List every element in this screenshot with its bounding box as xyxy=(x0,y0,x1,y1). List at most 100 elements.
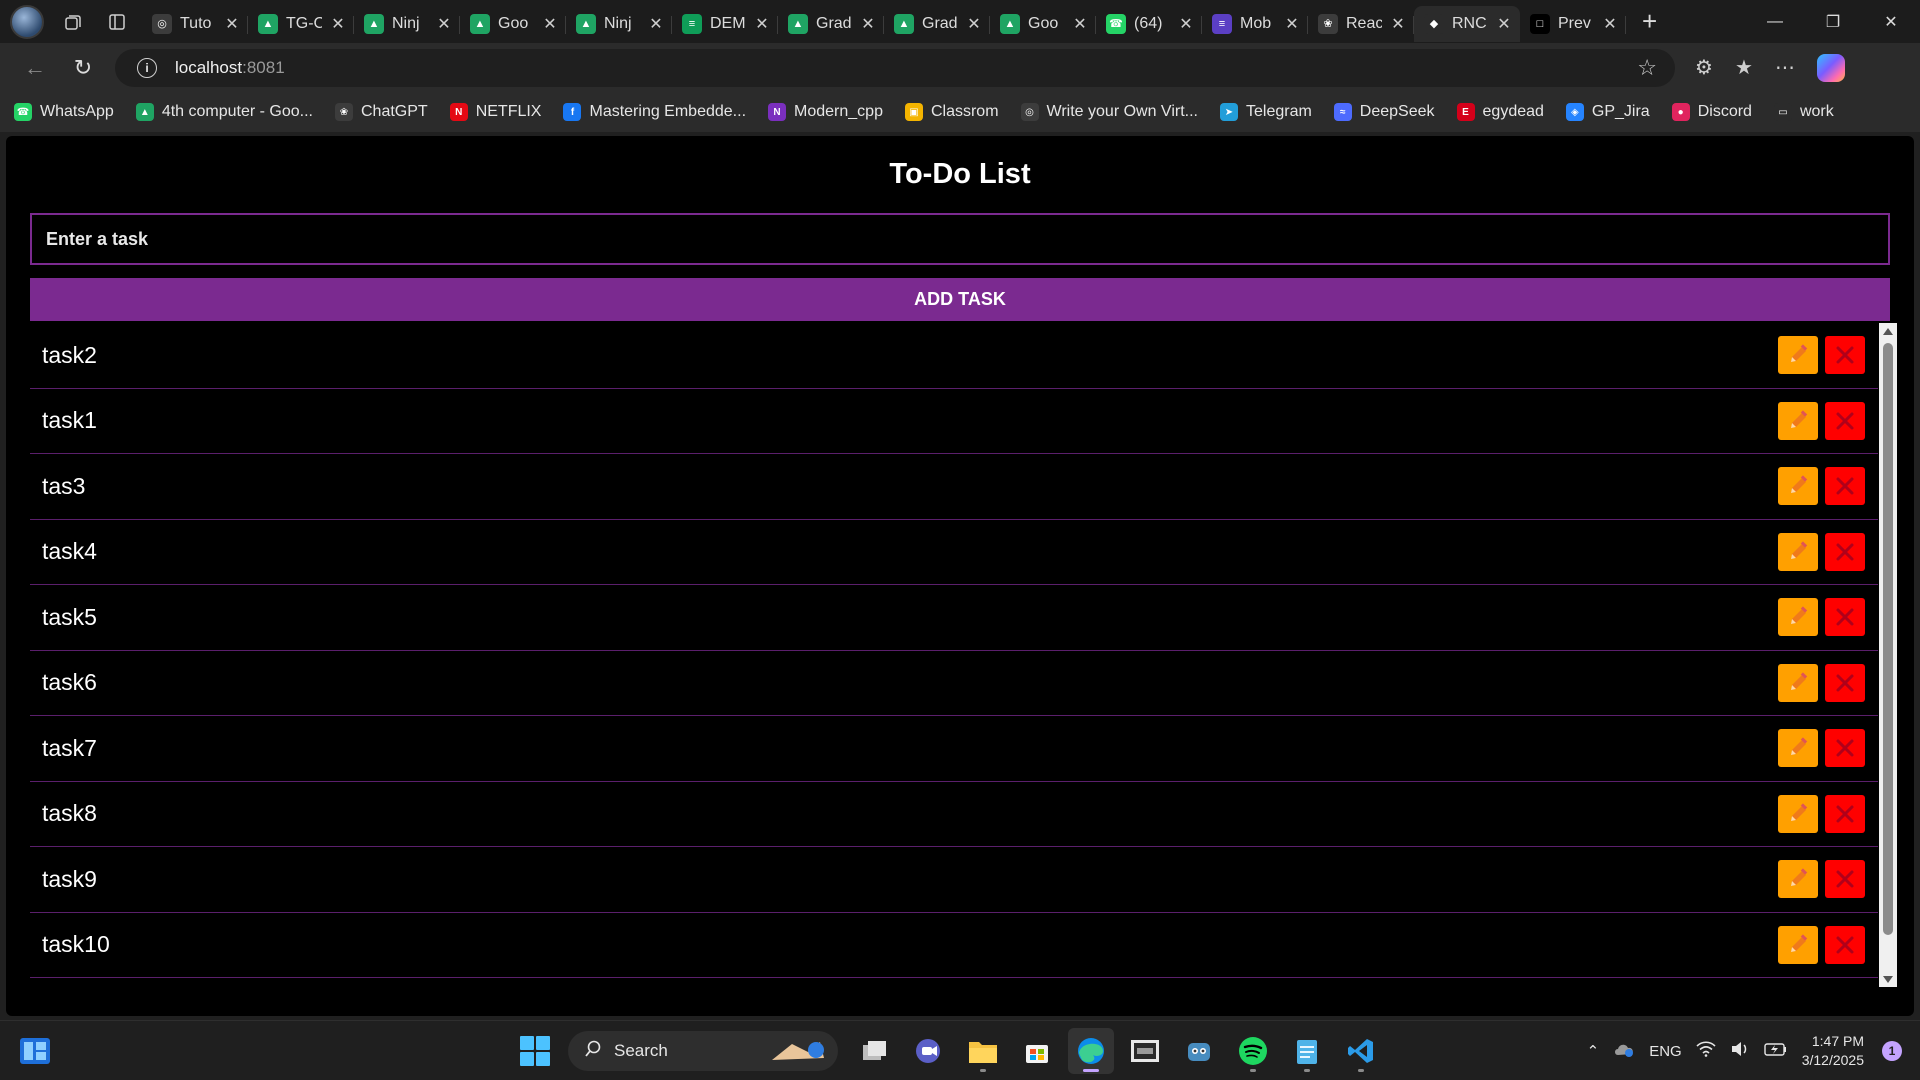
microsoft-store-icon[interactable] xyxy=(1014,1028,1060,1074)
bookmark-item[interactable]: Eegydead xyxy=(1456,103,1544,121)
delete-task-button[interactable] xyxy=(1825,925,1865,964)
tab-close-icon[interactable]: ✕ xyxy=(224,14,240,34)
bookmark-item[interactable]: ▭ work xyxy=(1773,103,1834,121)
delete-task-button[interactable] xyxy=(1825,467,1865,506)
bookmark-item[interactable]: ❀ ChatGPT xyxy=(335,103,428,121)
widgets-icon[interactable] xyxy=(18,1035,52,1067)
show-hidden-icons-chevron-icon[interactable]: ⌃ xyxy=(1587,1042,1600,1060)
edit-task-button[interactable] xyxy=(1778,467,1818,506)
bookmark-item[interactable]: ☎ WhatsApp xyxy=(14,103,114,121)
system-clock[interactable]: 1:47 PM 3/12/2025 xyxy=(1802,1032,1864,1070)
minimize-button[interactable]: — xyxy=(1746,0,1804,43)
bookmark-item[interactable]: ▣ Classrom xyxy=(904,103,999,121)
delete-task-button[interactable] xyxy=(1825,401,1865,440)
delete-task-button[interactable] xyxy=(1825,598,1865,637)
reload-button[interactable]: ↻ xyxy=(63,48,103,88)
taskbar-search[interactable]: Search xyxy=(568,1031,838,1071)
profile-avatar[interactable] xyxy=(10,4,44,39)
tab-close-icon[interactable]: ✕ xyxy=(860,14,876,34)
browser-tab[interactable]: ☎ (64) ✕ xyxy=(1096,6,1202,42)
workspaces-icon[interactable] xyxy=(58,7,88,37)
edit-task-button[interactable] xyxy=(1778,663,1818,702)
browser-tab[interactable]: □ Prev ✕ xyxy=(1520,6,1626,42)
scroll-down-arrow[interactable] xyxy=(1879,971,1897,987)
delete-task-button[interactable] xyxy=(1825,860,1865,899)
tab-close-icon[interactable]: ✕ xyxy=(1072,14,1088,34)
browser-tab[interactable]: ▲ Goo ✕ xyxy=(460,6,566,42)
add-task-button[interactable]: ADD TASK xyxy=(30,278,1890,321)
bookmark-item[interactable]: N Modern_cpp xyxy=(768,103,883,121)
delete-task-button[interactable] xyxy=(1825,729,1865,768)
browser-tab[interactable]: ▲ Ninj ✕ xyxy=(566,6,672,42)
browser-tab[interactable]: ≡ Mob ✕ xyxy=(1202,6,1308,42)
vscode-icon[interactable] xyxy=(1338,1028,1384,1074)
scroll-up-arrow[interactable] xyxy=(1879,323,1897,339)
browser-tab[interactable]: ▲ Grad ✕ xyxy=(778,6,884,42)
tab-close-icon[interactable]: ✕ xyxy=(648,14,664,34)
restore-button[interactable]: ❐ xyxy=(1804,0,1862,43)
favorite-star-icon[interactable]: ☆ xyxy=(1637,55,1657,81)
tab-close-icon[interactable]: ✕ xyxy=(542,14,558,34)
bookmark-item[interactable]: ➤ Telegram xyxy=(1219,103,1312,121)
delete-task-button[interactable] xyxy=(1825,532,1865,571)
task-list-scrollbar[interactable] xyxy=(1879,323,1897,987)
spotify-icon[interactable] xyxy=(1230,1028,1276,1074)
browser-tab[interactable]: ▲ Goo ✕ xyxy=(990,6,1096,42)
tab-close-icon[interactable]: ✕ xyxy=(754,14,770,34)
extensions-icon[interactable]: ⚙ xyxy=(1695,55,1713,80)
tab-close-icon[interactable]: ✕ xyxy=(1284,14,1300,34)
language-indicator[interactable]: ENG xyxy=(1649,1043,1682,1060)
bookmark-item[interactable]: ◎ Write your Own Virt... xyxy=(1020,103,1198,121)
bookmark-item[interactable]: f Mastering Embedde... xyxy=(563,103,746,121)
notification-badge[interactable]: 1 xyxy=(1882,1041,1902,1061)
browser-tab[interactable]: ▲ Grad ✕ xyxy=(884,6,990,42)
delete-task-button[interactable] xyxy=(1825,663,1865,702)
delete-task-button[interactable] xyxy=(1825,336,1865,375)
task-view-icon[interactable] xyxy=(852,1028,898,1074)
delete-task-button[interactable] xyxy=(1825,794,1865,833)
edit-task-button[interactable] xyxy=(1778,925,1818,964)
media-app-icon[interactable] xyxy=(1122,1028,1168,1074)
bookmark-item[interactable]: N NETFLIX xyxy=(449,103,541,121)
bookmark-item[interactable]: ▲ 4th computer - Goo... xyxy=(135,103,313,121)
tab-close-icon[interactable]: ✕ xyxy=(1178,14,1194,34)
tab-close-icon[interactable]: ✕ xyxy=(1496,14,1512,34)
tab-close-icon[interactable]: ✕ xyxy=(966,14,982,34)
edit-task-button[interactable] xyxy=(1778,532,1818,571)
tab-actions-icon[interactable] xyxy=(102,7,132,37)
volume-icon[interactable] xyxy=(1730,1041,1750,1061)
favorites-icon[interactable]: ★ xyxy=(1735,55,1753,80)
teams-meet-icon[interactable] xyxy=(906,1028,952,1074)
bookmark-item[interactable]: ● Discord xyxy=(1671,103,1752,121)
browser-tab[interactable]: ▲ TG-C ✕ xyxy=(248,6,354,42)
edge-browser-icon[interactable] xyxy=(1068,1028,1114,1074)
edit-task-button[interactable] xyxy=(1778,336,1818,375)
edit-task-button[interactable] xyxy=(1778,401,1818,440)
task-list[interactable]: task2 task1 tas3 task4 task5 task6 task7 task8 t… xyxy=(30,323,1878,983)
godot-icon[interactable] xyxy=(1176,1028,1222,1074)
tab-close-icon[interactable]: ✕ xyxy=(330,14,346,34)
browser-tab[interactable]: ◎ Tuto ✕ xyxy=(142,6,248,42)
close-window-button[interactable]: ✕ xyxy=(1862,0,1920,43)
scroll-thumb[interactable] xyxy=(1883,343,1893,935)
browser-tab[interactable]: ◆ RNC ✕ xyxy=(1414,5,1520,42)
more-menu-icon[interactable]: ⋯ xyxy=(1775,55,1795,80)
edit-task-button[interactable] xyxy=(1778,860,1818,899)
address-bar[interactable]: i localhost:8081 ☆ xyxy=(115,48,1675,87)
new-tab-button[interactable]: + xyxy=(1642,6,1657,37)
task-input[interactable] xyxy=(30,213,1890,265)
edit-task-button[interactable] xyxy=(1778,794,1818,833)
onedrive-icon[interactable] xyxy=(1613,1041,1635,1061)
copilot-icon[interactable] xyxy=(1816,53,1845,82)
edit-task-button[interactable] xyxy=(1778,729,1818,768)
site-info-icon[interactable]: i xyxy=(137,57,157,78)
start-button[interactable] xyxy=(520,1036,550,1066)
file-explorer-icon[interactable] xyxy=(960,1028,1006,1074)
tab-close-icon[interactable]: ✕ xyxy=(436,14,452,34)
bookmark-item[interactable]: ◈ GP_Jira xyxy=(1565,103,1650,121)
wifi-icon[interactable] xyxy=(1696,1041,1716,1061)
browser-tab[interactable]: ≡ DEM ✕ xyxy=(672,6,778,42)
tab-close-icon[interactable]: ✕ xyxy=(1602,14,1618,34)
browser-tab[interactable]: ❀ Reac ✕ xyxy=(1308,6,1414,42)
battery-icon[interactable] xyxy=(1764,1041,1788,1061)
